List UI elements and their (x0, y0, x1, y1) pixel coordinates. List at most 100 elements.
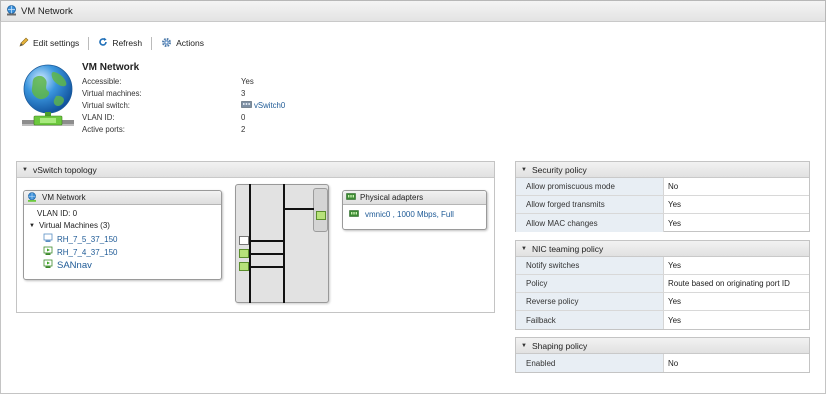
nic-teaming-policy-header[interactable]: ▼ NIC teaming policy (516, 241, 809, 257)
policy-value: Route based on originating port ID (668, 279, 790, 288)
collapse-arrow-icon: ▼ (521, 342, 527, 349)
policy-row: Allow forged transmits Yes (516, 196, 809, 214)
policy-value: Yes (668, 200, 682, 209)
vm-group-toggle[interactable]: ▼ Virtual Machines (3) (29, 221, 110, 230)
policy-key: Enabled (516, 354, 664, 372)
virtual-machines-value: 3 (241, 89, 246, 98)
vm-item[interactable]: SANnav (43, 259, 92, 272)
expand-arrow-icon: ▼ (29, 222, 35, 229)
virtual-switch-link[interactable]: vSwitch0 (241, 100, 285, 111)
vm-item[interactable]: RH_7_5_37_150 (43, 233, 118, 245)
policy-value: No (668, 182, 679, 191)
vlan-id-value: 0 (241, 113, 246, 122)
vm-port-active[interactable] (239, 262, 249, 271)
policy-key: Policy (516, 275, 664, 292)
nic-icon (349, 210, 359, 219)
virtual-switch-label: Virtual switch: (82, 101, 130, 110)
accessible-label: Accessible: (82, 77, 122, 86)
shaping-policy-header[interactable]: ▼ Shaping policy (516, 338, 809, 354)
vm-name: SANnav (57, 260, 92, 271)
nic-icon (346, 193, 356, 202)
nic-teaming-policy-panel: ▼ NIC teaming policy Notify switches Yes… (515, 240, 810, 330)
vswitch-topology-header[interactable]: ▼ vSwitch topology (17, 162, 494, 178)
collapse-arrow-icon: ▼ (22, 166, 28, 173)
virtual-switch-value: vSwitch0 (254, 101, 286, 110)
port-line (251, 253, 284, 255)
policy-row: Allow MAC changes Yes (516, 214, 809, 232)
virtual-machines-label: Virtual machines: (82, 89, 142, 98)
policy-row: Reverse policy Yes (516, 293, 809, 311)
active-ports-label: Active ports: (82, 125, 125, 134)
gear-icon (161, 37, 172, 50)
nic-teaming-policy-title: NIC teaming policy (531, 243, 604, 254)
port-line (251, 240, 284, 242)
accessible-value: Yes (241, 77, 254, 86)
refresh-label: Refresh (112, 38, 143, 48)
portgroup-vlan: VLAN ID: 0 (37, 209, 78, 218)
refresh-icon (98, 37, 108, 49)
portgroup-box[interactable]: VM Network VLAN ID: 0 ▼ Virtual Machines… (23, 190, 222, 280)
security-policy-title: Security policy (531, 164, 587, 175)
vm-name: RH_7_5_37_150 (57, 234, 118, 244)
vswitch-topology-title: vSwitch topology (32, 164, 97, 175)
policy-value: Yes (668, 261, 682, 270)
shaping-policy-title: Shaping policy (531, 340, 588, 351)
edit-settings-button[interactable]: Edit settings (19, 37, 79, 49)
uplink-line (284, 208, 314, 210)
pencil-icon (19, 37, 29, 49)
summary-title: VM Network (82, 62, 140, 73)
policy-key: Allow forged transmits (516, 196, 664, 213)
actions-label: Actions (176, 38, 204, 48)
toolbar: Edit settings Refresh Actions (19, 36, 204, 50)
shaping-policy-panel: ▼ Shaping policy Enabled No (515, 337, 810, 373)
policy-row: Allow promiscuous mode No (516, 178, 809, 196)
policy-key: Allow MAC changes (516, 214, 664, 232)
vmnic-label: vmnic0 , 1000 Mbps, Full (365, 210, 454, 219)
refresh-button[interactable]: Refresh (98, 37, 142, 49)
vm-name: RH_7_4_37_150 (57, 247, 118, 257)
vm-group-label: Virtual Machines (3) (38, 221, 110, 230)
policy-row: Notify switches Yes (516, 257, 809, 275)
security-policy-header[interactable]: ▼ Security policy (516, 162, 809, 178)
port-line (251, 266, 284, 268)
vswitch-icon (241, 100, 252, 111)
policy-value: Yes (668, 218, 682, 228)
policy-row: Failback Yes (516, 311, 809, 329)
window-titlebar: VM Network (0, 0, 826, 22)
switch-bus (283, 184, 285, 303)
physical-adapters-title: Physical adapters (360, 193, 424, 202)
security-policy-panel: ▼ Security policy Allow promiscuous mode… (515, 161, 810, 232)
vm-item[interactable]: RH_7_4_37_150 (43, 246, 118, 258)
vm-port-active[interactable] (239, 249, 249, 258)
network-icon (6, 4, 17, 18)
policy-value: No (668, 358, 679, 368)
edit-settings-label: Edit settings (33, 38, 80, 48)
policy-row: Policy Route based on originating port I… (516, 275, 809, 293)
portgroup-network-icon (27, 191, 37, 204)
globe-network-icon (20, 62, 76, 138)
uplink-port-area (313, 188, 328, 232)
active-ports-value: 2 (241, 125, 246, 134)
vm-running-icon (43, 259, 54, 272)
policy-key: Allow promiscuous mode (516, 178, 664, 195)
vm-port-inactive[interactable] (239, 236, 249, 245)
physical-adapters-header: Physical adapters (343, 191, 486, 205)
vm-running-icon (43, 246, 54, 258)
window-title: VM Network (21, 5, 73, 17)
vmnic-item[interactable]: vmnic0 , 1000 Mbps, Full (349, 210, 454, 219)
switch-divider (249, 184, 251, 303)
policy-value: Yes (668, 315, 682, 325)
uplink-port[interactable] (316, 211, 326, 220)
vm-off-icon (43, 233, 54, 245)
collapse-arrow-icon: ▼ (521, 245, 527, 252)
policy-value: Yes (668, 297, 682, 306)
actions-button[interactable]: Actions (161, 37, 204, 50)
policy-key: Notify switches (516, 257, 664, 274)
policy-row: Enabled No (516, 354, 809, 372)
policy-key: Failback (516, 311, 664, 329)
collapse-arrow-icon: ▼ (521, 166, 527, 173)
vlan-id-label: VLAN ID: (82, 113, 115, 122)
policy-key: Reverse policy (516, 293, 664, 310)
portgroup-title: VM Network (42, 193, 86, 202)
physical-adapters-box[interactable]: Physical adapters vmnic0 , 1000 Mbps, Fu… (342, 190, 487, 230)
